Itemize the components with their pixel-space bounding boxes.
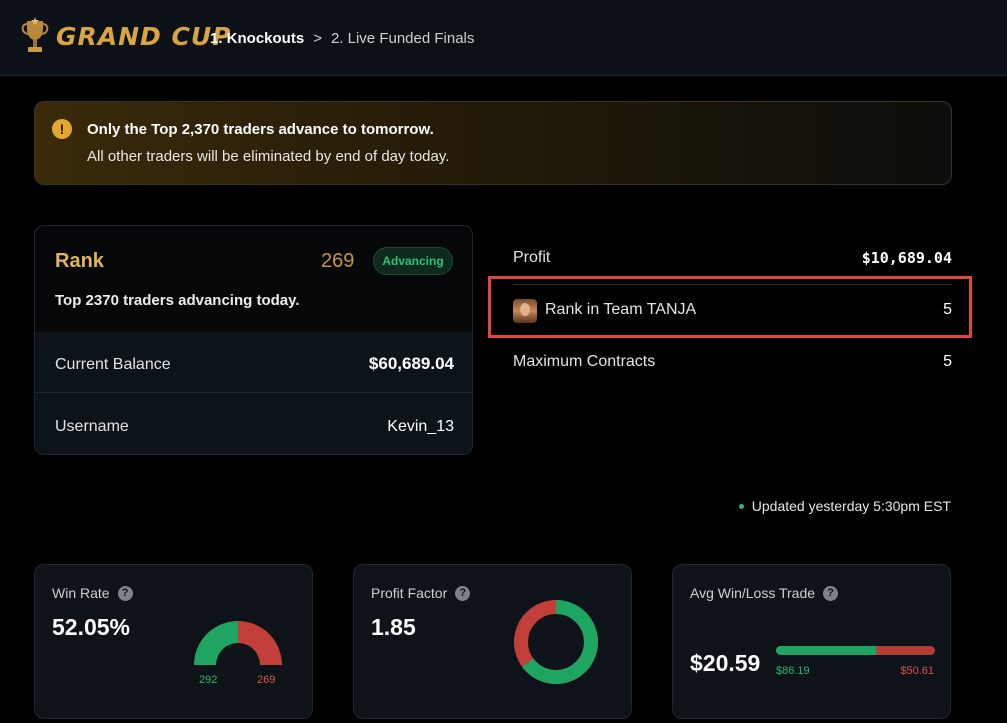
max-contracts-value: 5 — [943, 353, 952, 370]
max-contracts-label: Maximum Contracts — [513, 353, 656, 370]
updated-status: Updated yesterday 5:30pm EST — [738, 498, 951, 514]
avg-trade-title-row: Avg Win/Loss Trade ? — [690, 585, 839, 601]
username-label: Username — [55, 418, 129, 435]
current-balance-value: $60,689.04 — [368, 354, 454, 373]
help-icon[interactable]: ? — [117, 585, 133, 601]
win-rate-title: Win Rate — [52, 585, 110, 601]
win-rate-value: 52.05% — [52, 614, 131, 640]
account-details: Current Balance $60,689.04 Username Kevi… — [35, 332, 472, 454]
gauge-losses-label: 269 — [257, 674, 276, 686]
win-rate-gauge — [194, 621, 282, 665]
team-rank-value: 5 — [943, 301, 952, 318]
trophy-icon — [21, 17, 49, 52]
gauge-win-arc — [194, 621, 238, 665]
avatar — [513, 299, 537, 323]
profit-label: Profit — [513, 249, 551, 266]
profit-value: $10,689.04 — [861, 249, 952, 267]
profit-factor-value: 1.85 — [371, 614, 416, 640]
win-rate-card: Win Rate ? 52.05% 292 269 — [34, 564, 313, 719]
avg-win-label: $86.19 — [776, 665, 810, 677]
help-icon[interactable]: ? — [455, 585, 471, 601]
profit-factor-donut — [514, 600, 598, 684]
username-value: Kevin_13 — [387, 418, 454, 435]
top-bar: GRAND CUP 1. Knockouts > 2. Live Funded … — [0, 0, 1007, 76]
status-dot-icon — [738, 503, 744, 509]
team-rank-label: Rank in Team TANJA — [545, 301, 697, 318]
win-loss-bar — [776, 646, 935, 655]
breadcrumb: 1. Knockouts > 2. Live Funded Finals — [210, 30, 474, 47]
avg-trade-value: $20.59 — [690, 650, 761, 676]
breadcrumb-knockouts[interactable]: 1. Knockouts — [210, 30, 304, 47]
banner-subtitle: All other traders will be eliminated by … — [87, 148, 450, 165]
profit-factor-title-row: Profit Factor ? — [371, 585, 471, 601]
current-balance-label: Current Balance — [55, 356, 171, 373]
banner-title: Only the Top 2,370 traders advance to to… — [87, 121, 434, 138]
avg-loss-label: $50.61 — [900, 665, 934, 677]
win-bar-fill — [776, 646, 877, 655]
gauge-loss-arc — [238, 621, 282, 665]
win-rate-title-row: Win Rate ? — [52, 585, 133, 601]
rank-label: Rank — [55, 250, 104, 272]
rank-description: Top 2370 traders advancing today. — [55, 292, 300, 309]
warning-icon: ! — [52, 119, 72, 139]
breadcrumb-separator: > — [313, 30, 322, 47]
username-row: Username Kevin_13 — [35, 394, 472, 454]
profit-row: Profit $10,689.04 — [513, 249, 952, 273]
current-balance-row: Current Balance $60,689.04 — [35, 332, 472, 393]
gauge-wins-label: 292 — [199, 674, 218, 686]
status-badge: Advancing — [373, 247, 453, 275]
brand-title: GRAND CUP — [56, 22, 232, 51]
rank-card: Rank 269 Advancing Top 2370 traders adva… — [34, 225, 473, 455]
avg-trade-title: Avg Win/Loss Trade — [690, 585, 816, 601]
help-icon[interactable]: ? — [823, 585, 839, 601]
profit-factor-title: Profit Factor — [371, 585, 448, 601]
updated-text: Updated yesterday 5:30pm EST — [751, 498, 951, 514]
rank-value: 269 — [321, 250, 355, 272]
elimination-banner: ! Only the Top 2,370 traders advance to … — [34, 101, 952, 185]
profit-factor-card: Profit Factor ? 1.85 — [353, 564, 632, 719]
avg-win-loss-card: Avg Win/Loss Trade ? $20.59 $86.19 $50.6… — [672, 564, 951, 719]
breadcrumb-live-funded-finals[interactable]: 2. Live Funded Finals — [331, 30, 474, 47]
